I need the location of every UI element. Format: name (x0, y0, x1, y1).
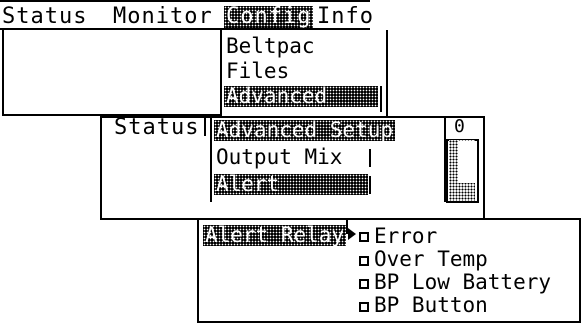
advanced-item-alert[interactable]: Alert (214, 174, 368, 195)
checkbox-icon[interactable] (359, 256, 369, 266)
checkbox-icon[interactable] (359, 232, 369, 242)
alert-marker (369, 176, 371, 194)
config-item-advanced[interactable]: Advanced (224, 86, 378, 107)
menu-config[interactable]: Config (224, 6, 314, 28)
advanced-tab-divider (204, 116, 206, 136)
menu-info[interactable]: Info (317, 6, 374, 28)
config-item-beltpac[interactable]: Beltpac (226, 36, 315, 57)
level-meter-gap (458, 141, 476, 183)
output-mix-marker (369, 149, 371, 167)
option-error[interactable]: Error (374, 226, 437, 247)
checkbox-icon[interactable] (359, 279, 369, 289)
alert-relay-title: Alert Relay (203, 223, 347, 247)
level-value: 0 (454, 116, 465, 137)
menubar: Status Monitor Config Info Beltpac Files… (0, 0, 390, 118)
selection-pointer-icon (348, 228, 356, 240)
menu-status[interactable]: Status (2, 6, 87, 28)
config-scrollbar[interactable] (380, 86, 386, 112)
option-bp-button[interactable]: BP Button (374, 295, 488, 316)
option-over-temp[interactable]: Over Temp (374, 249, 488, 270)
config-item-files[interactable]: Files (226, 61, 289, 82)
option-bp-low-battery[interactable]: BP Low Battery (374, 272, 551, 293)
status-pane (2, 30, 220, 116)
advanced-item-output-mix[interactable]: Output Mix (216, 147, 342, 168)
checkbox-icon[interactable] (359, 302, 369, 312)
advanced-status-tab[interactable]: Status (114, 117, 199, 139)
menu-monitor[interactable]: Monitor (113, 6, 213, 28)
